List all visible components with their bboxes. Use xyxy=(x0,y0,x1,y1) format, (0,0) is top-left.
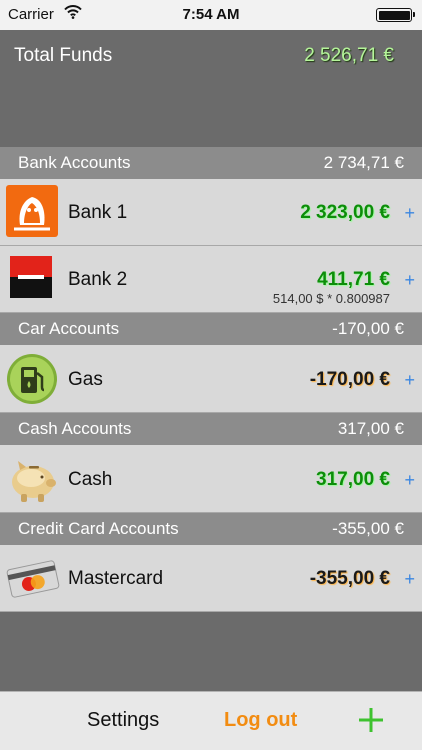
account-name: Gas xyxy=(68,369,103,390)
section-name: Credit Card Accounts xyxy=(18,519,179,538)
account-amount: 411,71 € xyxy=(317,269,390,290)
lion-logo-icon xyxy=(6,185,58,242)
add-transaction-button[interactable]: + xyxy=(404,270,415,291)
logout-button[interactable]: Log out xyxy=(224,709,297,732)
add-transaction-button[interactable]: + xyxy=(404,569,415,590)
account-row-cash[interactable]: Cash 317,00 € + xyxy=(0,445,422,513)
empty-list-area xyxy=(0,612,422,691)
account-name: Bank 1 xyxy=(68,202,128,223)
account-name: Mastercard xyxy=(68,568,164,589)
add-transaction-button[interactable]: + xyxy=(404,370,415,391)
account-amount: -170,00 € xyxy=(309,369,390,390)
account-row-gas[interactable]: Gas -170,00 € + xyxy=(0,345,422,413)
total-funds-panel: Total Funds 2 526,71 € xyxy=(0,30,422,147)
bottom-toolbar: Settings Log out xyxy=(0,691,422,750)
piggy-bank-icon xyxy=(6,452,60,511)
add-transaction-button[interactable]: + xyxy=(404,203,415,224)
total-funds-label: Total Funds xyxy=(14,45,113,66)
section-header-cash[interactable]: Cash Accounts 317,00 € xyxy=(0,413,422,445)
add-account-button[interactable] xyxy=(356,705,386,735)
clock: 7:54 AM xyxy=(182,6,240,23)
gas-pump-icon xyxy=(6,353,58,410)
settings-button[interactable]: Settings xyxy=(87,709,159,732)
red-square-logo-icon xyxy=(10,256,52,303)
mastercard-icon xyxy=(6,559,60,604)
section-header-bank[interactable]: Bank Accounts 2 734,71 € xyxy=(0,147,422,179)
section-name: Car Accounts xyxy=(18,319,120,338)
account-name: Bank 2 xyxy=(68,269,128,290)
total-funds-value: 2 526,71 € xyxy=(304,45,394,66)
account-amount: 2 323,00 € xyxy=(300,202,390,223)
section-total: -355,00 € xyxy=(332,519,404,538)
plus-icon xyxy=(359,708,383,732)
account-row-bank-2[interactable]: Bank 2 411,71 € 514,00 $ * 0.800987 + xyxy=(0,246,422,313)
section-header-car[interactable]: Car Accounts -170,00 € xyxy=(0,313,422,345)
status-bar: Carrier 7:54 AM xyxy=(0,0,422,30)
account-amount: 317,00 € xyxy=(316,469,390,490)
section-total: 317,00 € xyxy=(337,419,404,438)
account-name: Cash xyxy=(68,469,113,490)
add-transaction-button[interactable]: + xyxy=(404,470,415,491)
account-amount: -355,00 € xyxy=(309,568,390,589)
battery-icon xyxy=(376,8,415,22)
section-name: Cash Accounts xyxy=(18,419,132,438)
section-total: 2 734,71 € xyxy=(323,153,404,172)
section-total: -170,00 € xyxy=(332,319,404,338)
account-row-bank-1[interactable]: Bank 1 2 323,00 € + xyxy=(0,179,422,246)
account-row-mastercard[interactable]: Mastercard -355,00 € + xyxy=(0,545,422,612)
section-name: Bank Accounts xyxy=(18,153,131,172)
conversion-note: 514,00 $ * 0.800987 xyxy=(272,291,390,306)
section-header-credit-card[interactable]: Credit Card Accounts -355,00 € xyxy=(0,513,422,545)
